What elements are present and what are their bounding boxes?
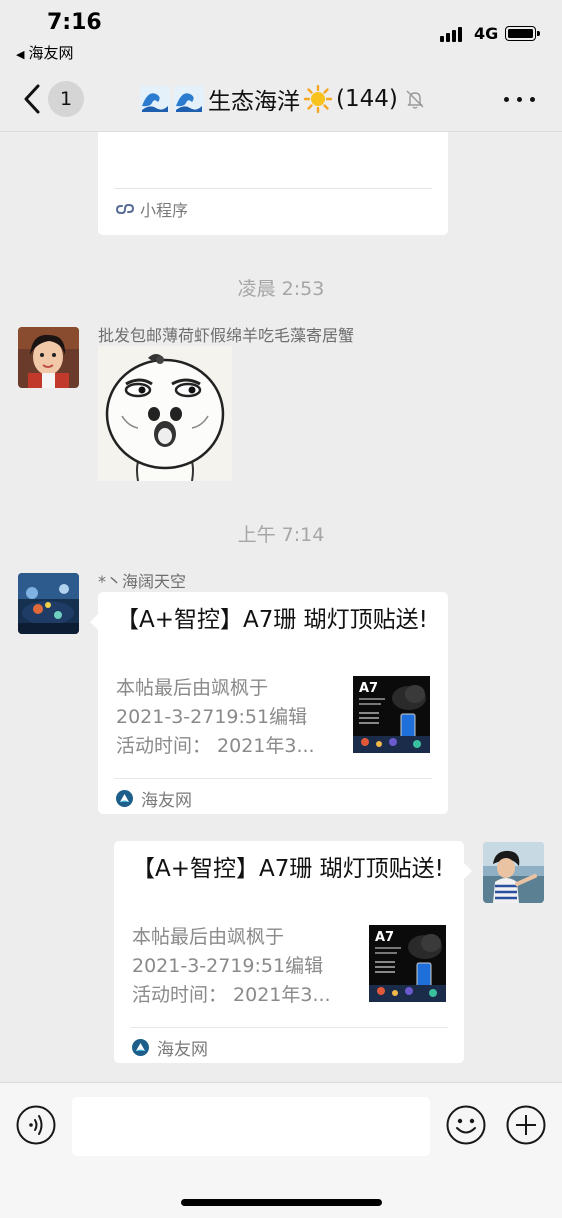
- link-card-description: 本帖最后由飒枫于 2021-3-2719:51编辑 活动时间： 2021年3..…: [116, 677, 315, 757]
- mini-program-card[interactable]: 小程序: [98, 132, 448, 235]
- thumb-label: A7: [375, 930, 394, 945]
- mute-bell-icon: [406, 90, 424, 109]
- link-card-thumbnail: A7: [369, 925, 446, 1002]
- voice-input-icon[interactable]: [16, 1105, 56, 1145]
- avatar[interactable]: [18, 327, 79, 388]
- member-count: (144): [336, 86, 398, 112]
- site-logo-icon: [132, 1039, 149, 1056]
- plus-icon[interactable]: [506, 1105, 546, 1145]
- unread-count-badge[interactable]: 1: [48, 81, 84, 117]
- avatar[interactable]: [18, 573, 79, 634]
- timestamp: 凌晨 2:53: [237, 278, 325, 300]
- link-card-source: 海友网: [157, 1040, 208, 1060]
- wave-emoji-icon: [174, 86, 204, 112]
- site-logo-icon: [116, 790, 133, 807]
- timestamp: 上午 7:14: [237, 524, 325, 546]
- status-bar: 7:16 ◀ 海友网 4G: [0, 0, 562, 66]
- chat-nav-bar: 1 生态海洋 (144): [0, 66, 562, 132]
- link-card-source: 海友网: [141, 791, 192, 811]
- more-options-icon[interactable]: [504, 97, 536, 103]
- back-triangle-icon: ◀: [16, 48, 25, 61]
- link-card[interactable]: 【A+智控】A7珊 瑚灯顶贴送! 本帖最后由飒枫于 2021-3-2719:51…: [90, 592, 448, 814]
- network-label: 4G: [474, 24, 499, 43]
- mini-program-label: 小程序: [140, 201, 189, 220]
- signal-icon: [440, 26, 468, 42]
- sticker-image[interactable]: [98, 346, 232, 482]
- back-chevron-icon[interactable]: [20, 82, 46, 116]
- chat-message-list[interactable]: 小程序 凌晨 2:53 批发包邮薄荷虾假绵羊吃毛藻寄居蟹 上午 7:14 *丶海…: [0, 132, 562, 1082]
- sender-name: *丶海阔天空: [98, 572, 187, 591]
- back-app-label: 海友网: [28, 44, 74, 62]
- wave-emoji-icon: [140, 86, 170, 112]
- link-card-thumbnail: A7: [353, 676, 430, 753]
- link-card-title: 【A+智控】A7珊 瑚灯顶贴送!: [132, 856, 444, 882]
- status-time: 7:16: [47, 10, 102, 35]
- sender-name: 批发包邮薄荷虾假绵羊吃毛藻寄居蟹: [98, 326, 355, 345]
- avatar[interactable]: [483, 842, 544, 903]
- chat-title[interactable]: 生态海洋 (144): [140, 84, 426, 115]
- group-name: 生态海洋: [208, 89, 300, 115]
- emoji-icon[interactable]: [446, 1105, 486, 1145]
- link-card[interactable]: 【A+智控】A7珊 瑚灯顶贴送! 本帖最后由飒枫于 2021-3-2719:51…: [114, 841, 472, 1063]
- link-card-description: 本帖最后由飒枫于 2021-3-2719:51编辑 活动时间： 2021年3..…: [132, 926, 331, 1006]
- back-to-app-link[interactable]: ◀ 海友网: [16, 42, 73, 63]
- chat-input-bar: [0, 1082, 562, 1218]
- sun-emoji-icon: [304, 85, 332, 113]
- message-input[interactable]: [72, 1097, 430, 1156]
- home-indicator[interactable]: [181, 1199, 382, 1206]
- thumb-label: A7: [359, 681, 378, 696]
- battery-icon: [505, 26, 540, 41]
- mini-program-icon: [116, 204, 134, 214]
- link-card-title: 【A+智控】A7珊 瑚灯顶贴送!: [116, 607, 428, 633]
